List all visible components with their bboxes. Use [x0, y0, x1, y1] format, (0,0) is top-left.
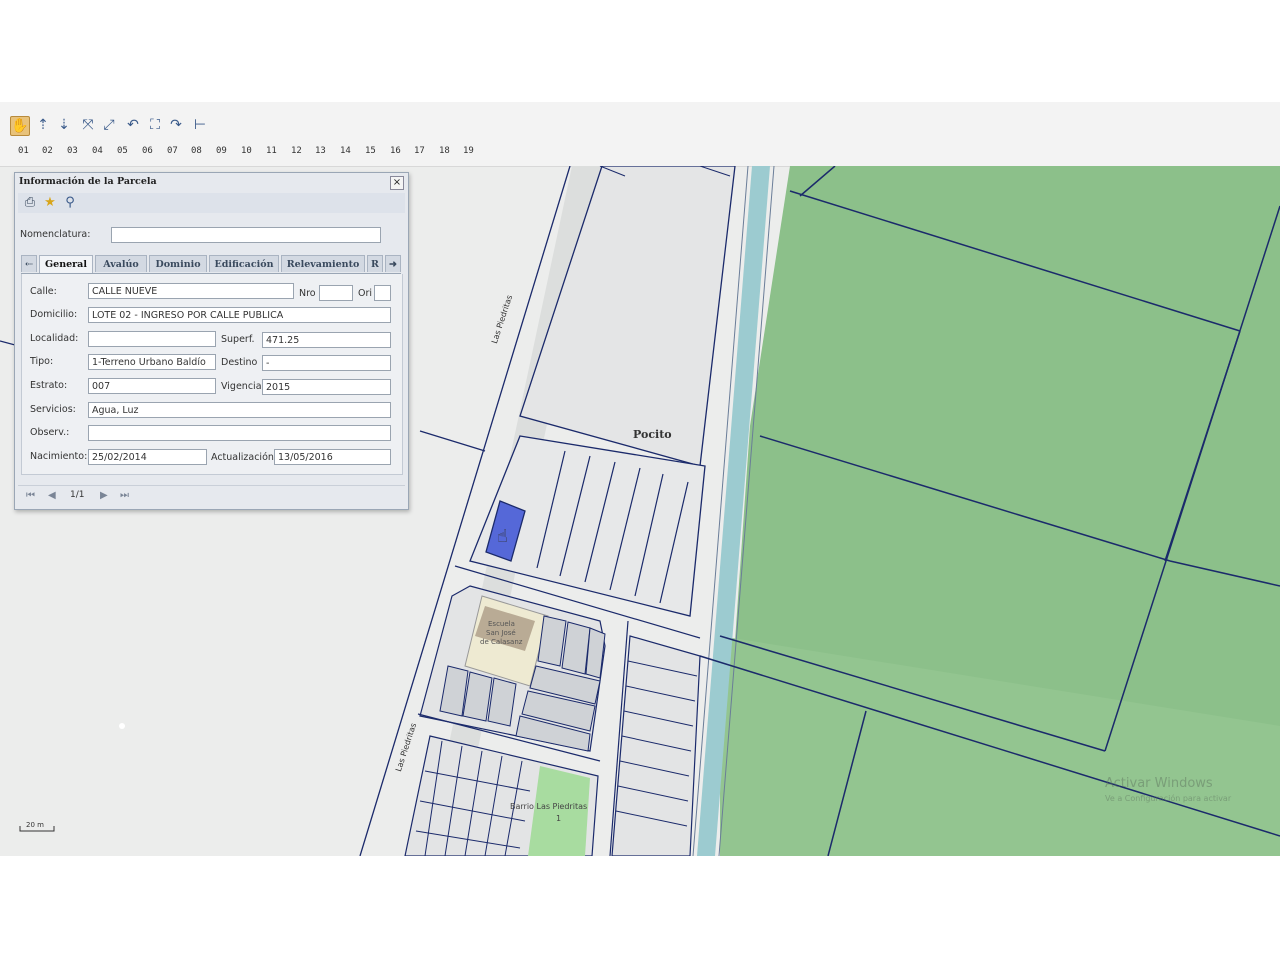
tab-general[interactable]: General: [39, 255, 93, 273]
watermark-title: Activar Windows: [1105, 776, 1213, 791]
calle-label: Calle:: [30, 286, 57, 297]
level-18[interactable]: 18: [439, 146, 450, 156]
zoom-extent-icon[interactable]: ⤧: [79, 116, 97, 134]
nacimiento-label: Nacimiento:: [30, 451, 88, 462]
nomenclatura-label: Nomenclatura:: [20, 229, 91, 240]
map-toolbar: ✋ ⇡ ⇣ ⤧ ⤢ ↶ ⛶ ↷ ⊢ 01 02 03 04 05 06 07 0…: [0, 102, 1280, 167]
level-08[interactable]: 08: [191, 146, 202, 156]
undo-icon[interactable]: ↶: [124, 116, 142, 134]
tab-next-icon[interactable]: ➜: [385, 255, 401, 272]
watermark-subtitle: Ve a Configuración para activar: [1105, 794, 1232, 803]
prev-page-icon[interactable]: ◀: [48, 490, 56, 501]
star-icon[interactable]: ★: [42, 195, 58, 211]
zoom-box-icon[interactable]: ⛶: [146, 116, 164, 134]
tab-dominio[interactable]: Dominio: [149, 255, 207, 272]
zoom-in-icon[interactable]: ⇡: [34, 116, 52, 134]
destino-label: Destino: [221, 357, 258, 368]
servicios-label: Servicios:: [30, 404, 76, 415]
level-14[interactable]: 14: [340, 146, 351, 156]
actualizacion-label: Actualización: [211, 452, 274, 463]
cursor-dot: [119, 723, 125, 729]
calle-field[interactable]: CALLE NUEVE: [88, 283, 294, 299]
measure-icon[interactable]: ⊢: [191, 116, 209, 134]
nomenclatura-field[interactable]: [111, 227, 381, 243]
level-05[interactable]: 05: [117, 146, 128, 156]
school-label-3: de Calasanz: [480, 638, 523, 646]
first-page-icon[interactable]: ⏮: [26, 490, 35, 501]
estrato-field[interactable]: 007: [88, 378, 216, 394]
nacimiento-field[interactable]: 25/02/2014: [88, 449, 207, 465]
level-10[interactable]: 10: [241, 146, 252, 156]
vigencia-label: Vigencia: [221, 381, 262, 392]
estrato-label: Estrato:: [30, 380, 68, 391]
level-11[interactable]: 11: [266, 146, 277, 156]
level-04[interactable]: 04: [92, 146, 103, 156]
domicilio-field[interactable]: LOTE 02 - INGRESO POR CALLE PUBLICA: [88, 307, 391, 323]
tab-prev-icon[interactable]: ⇠: [21, 255, 37, 272]
parcel-info-panel[interactable]: Información de la Parcela × ⎙ ★ ⚲ Nomenc…: [14, 172, 409, 510]
tab-general-body: [21, 274, 403, 475]
level-17[interactable]: 17: [414, 146, 425, 156]
ori-field[interactable]: [374, 285, 391, 301]
level-02[interactable]: 02: [42, 146, 53, 156]
last-page-icon[interactable]: ⏭: [120, 490, 129, 501]
hand-cursor-icon: ☝: [497, 526, 508, 547]
parcel-line-west: [419, 430, 486, 452]
level-15[interactable]: 15: [365, 146, 376, 156]
redo-icon[interactable]: ↷: [167, 116, 185, 134]
nro-label: Nro: [299, 288, 316, 299]
scale-label: 20 m: [26, 821, 44, 829]
panel-toolbar: ⎙ ★ ⚲: [18, 193, 405, 213]
level-01[interactable]: 01: [18, 146, 29, 156]
nro-field[interactable]: [319, 285, 353, 301]
record-pager: ⏮ ◀ 1/1 ▶ ⏭: [18, 485, 405, 506]
tab-bar: ⇠ General Avalúo Dominio Edificación Rel…: [21, 255, 401, 274]
neighborhood-label: Barrio Las Piedritas: [510, 802, 588, 811]
superf-label: Superf.: [221, 334, 255, 345]
school-label-2: San José: [486, 629, 516, 637]
localidad-field[interactable]: [88, 331, 216, 347]
district-label: Pocito: [633, 428, 672, 441]
observ-label: Observ.:: [30, 427, 70, 438]
search-icon[interactable]: ⚲: [62, 195, 78, 211]
ori-label: Ori: [358, 288, 373, 299]
tab-avaluo[interactable]: Avalúo: [95, 255, 147, 272]
block-north: [519, 166, 736, 467]
destino-field[interactable]: -: [262, 355, 391, 371]
level-03[interactable]: 03: [67, 146, 78, 156]
print-icon[interactable]: ⎙: [22, 195, 38, 211]
hand-icon[interactable]: ✋: [10, 116, 30, 136]
tab-r[interactable]: R: [367, 255, 383, 272]
zoom-out-icon[interactable]: ⇣: [55, 116, 73, 134]
tab-relevamiento[interactable]: Relevamiento: [281, 255, 365, 272]
domicilio-label: Domicilio:: [30, 309, 78, 320]
panel-title: Información de la Parcela: [19, 176, 157, 187]
tipo-label: Tipo:: [30, 356, 54, 367]
tipo-field[interactable]: 1-Terreno Urbano Baldío: [88, 354, 216, 370]
tab-edificacion[interactable]: Edificación: [209, 255, 279, 272]
block-east: [611, 635, 701, 856]
level-12[interactable]: 12: [291, 146, 302, 156]
level-16[interactable]: 16: [390, 146, 401, 156]
observ-field[interactable]: [88, 425, 391, 441]
actualizacion-field[interactable]: 13/05/2016: [274, 449, 391, 465]
gis-screen: ✋ ⇡ ⇣ ⤧ ⤢ ↶ ⛶ ↷ ⊢ 01 02 03 04 05 06 07 0…: [0, 102, 1280, 856]
level-07[interactable]: 07: [167, 146, 178, 156]
level-13[interactable]: 13: [315, 146, 326, 156]
localidad-label: Localidad:: [30, 333, 79, 344]
next-page-icon[interactable]: ▶: [100, 490, 108, 501]
superf-field[interactable]: 471.25: [262, 332, 391, 348]
vigencia-field[interactable]: 2015: [262, 379, 391, 395]
close-icon[interactable]: ×: [390, 176, 404, 190]
school-label-1: Escuela: [488, 620, 515, 628]
level-09[interactable]: 09: [216, 146, 227, 156]
full-extent-icon[interactable]: ⤢: [100, 116, 118, 134]
neighborhood-sub: 1: [556, 814, 562, 823]
level-06[interactable]: 06: [142, 146, 153, 156]
servicios-field[interactable]: Agua, Luz: [88, 402, 391, 418]
page-indicator: 1/1: [70, 490, 85, 500]
level-19[interactable]: 19: [463, 146, 474, 156]
